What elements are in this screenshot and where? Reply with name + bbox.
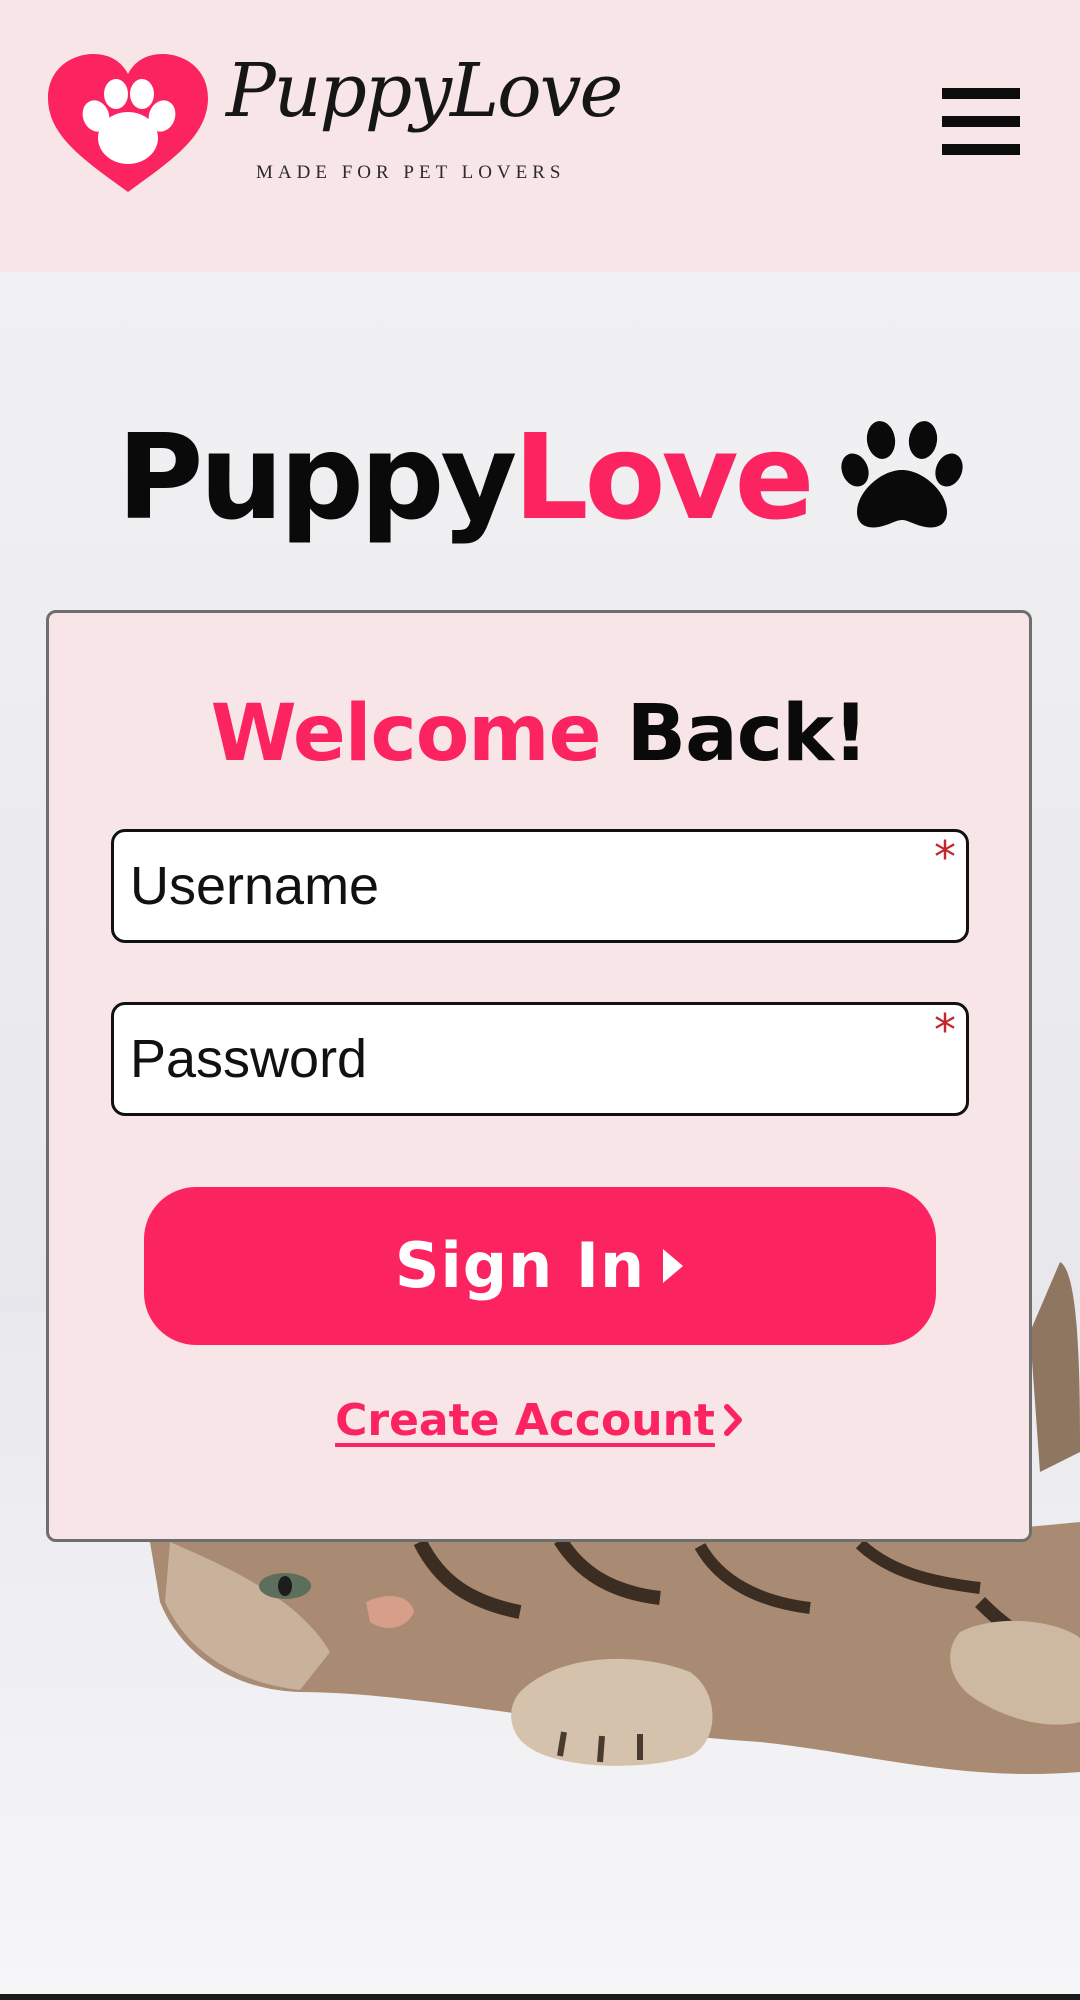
hamburger-menu-icon[interactable] <box>940 86 1022 158</box>
sign-in-button[interactable]: Sign In <box>144 1187 936 1345</box>
menu-bar-line <box>942 144 1020 155</box>
heart-paw-logo-icon <box>48 54 208 192</box>
logo-tagline: MADE FOR PET LOVERS <box>256 162 566 183</box>
welcome-heading-part2: Back! <box>626 689 869 779</box>
hero-title-puppy: Puppy <box>116 408 517 546</box>
login-card: Welcome Back! * * Sign In Create Account <box>46 610 1032 1542</box>
menu-bar-line <box>942 88 1020 99</box>
password-input[interactable] <box>114 1005 966 1113</box>
menu-bar-line <box>942 116 1020 127</box>
chevron-right-icon <box>723 1404 742 1436</box>
username-field[interactable]: * <box>111 829 969 943</box>
hero-title-love: Love <box>513 408 814 546</box>
hero-title: PuppyLove <box>117 418 815 536</box>
username-input[interactable] <box>114 832 966 940</box>
welcome-heading: Welcome Back! <box>49 695 1029 773</box>
required-asterisk-icon: * <box>934 1005 956 1056</box>
caret-right-icon <box>663 1248 684 1283</box>
brand-logo[interactable]: PuppyLove MADE FOR PET LOVERS <box>44 48 623 198</box>
paw-icon <box>841 420 963 535</box>
create-account-label: Create Account <box>335 1395 715 1446</box>
required-asterisk-icon: * <box>934 832 956 883</box>
create-account-link[interactable]: Create Account <box>335 1395 715 1446</box>
create-account-row: Create Account <box>49 1395 1029 1446</box>
hero-title-row: PuppyLove <box>0 418 1080 568</box>
sign-in-label: Sign In <box>394 1229 646 1302</box>
logo-wordmark: PuppyLove <box>226 48 623 134</box>
top-navbar: PuppyLove MADE FOR PET LOVERS <box>0 0 1080 272</box>
welcome-heading-part1: Welcome <box>210 689 602 779</box>
password-field[interactable]: * <box>111 1002 969 1116</box>
